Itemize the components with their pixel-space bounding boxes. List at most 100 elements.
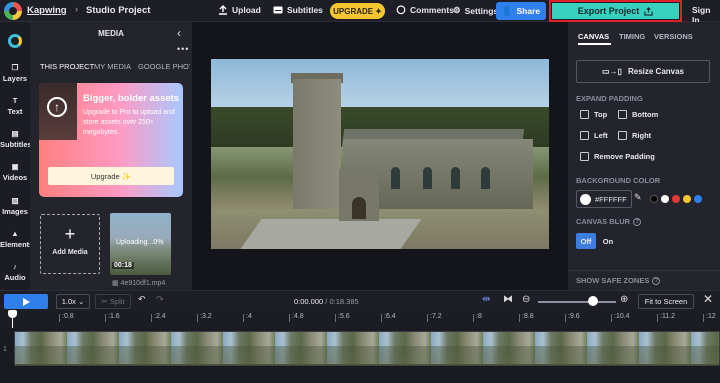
settings-button[interactable]: ⚙ Settings — [453, 5, 498, 16]
help-icon[interactable]: ? — [652, 277, 661, 286]
nav-subtitles[interactable]: ▤ Subtitles — [0, 129, 32, 149]
ruler-tick: :12 — [703, 313, 716, 322]
swatch-white[interactable] — [661, 195, 669, 203]
left-nav: ❐ Layers T Text ▤ Subtitles ▣ Videos ▨ I… — [0, 22, 34, 290]
nav-label: Elements — [0, 240, 34, 249]
undo-icon[interactable]: ↶ — [138, 294, 146, 305]
share-button[interactable]: 👤 Share — [496, 2, 546, 20]
close-timeline-icon[interactable]: ✕ — [703, 292, 713, 306]
safe-zones-label: SHOW SAFE ZONES? — [576, 276, 661, 286]
share-label: Share — [516, 6, 541, 16]
nav-images[interactable]: ▨ Images — [0, 196, 30, 216]
upgrade-label: UPGRADE — [333, 6, 374, 16]
blur-off-button[interactable]: Off — [576, 233, 596, 249]
scissors-icon: ✂ — [101, 297, 110, 306]
upload-status: Uploading...0% — [116, 239, 164, 246]
media-panel: MEDIA ‹ ••• THIS PROJECT MY MEDIA GOOGLE… — [30, 22, 192, 290]
comments-button[interactable]: Comments — [396, 5, 454, 15]
background-color-input[interactable]: #FFFFFF — [576, 190, 632, 208]
zoom-in-icon[interactable]: ⊕ — [620, 294, 628, 305]
subtitles-label: Subtitles — [287, 5, 323, 15]
padding-right-checkbox[interactable]: Right — [618, 131, 651, 140]
promo-upgrade-button[interactable]: Upgrade ✨ — [48, 167, 174, 185]
upgrade-button[interactable]: UPGRADE ✦ — [330, 3, 385, 19]
checkbox-box — [580, 131, 589, 140]
media-thumbnail[interactable]: Uploading...0% 00:18 — [110, 213, 171, 275]
split-view-icon[interactable]: ⧓ — [503, 294, 513, 305]
eyedropper-icon[interactable]: ✎ — [634, 192, 642, 203]
resize-canvas-button[interactable]: ▭→▯ Resize Canvas — [576, 60, 710, 83]
canvas-blur-label: CANVAS BLUR? — [576, 217, 642, 227]
speed-select[interactable]: 1.0x ⌄ — [56, 294, 90, 309]
tab-timing[interactable]: TIMING — [619, 32, 645, 41]
subtitles-button[interactable]: Subtitles — [273, 5, 323, 15]
canvas-settings-panel: CANVAS TIMING VERSIONS ▭→▯ Resize Canvas… — [568, 22, 720, 290]
play-button[interactable] — [4, 294, 48, 309]
swatch-black[interactable] — [650, 195, 658, 203]
collapse-panel-icon[interactable]: ‹ — [177, 26, 181, 40]
remove-padding-checkbox[interactable]: Remove Padding — [580, 152, 655, 161]
filename-text: 4e910df1.mp4 — [120, 280, 166, 287]
media-panel-title: MEDIA — [98, 29, 124, 38]
snap-icon[interactable]: ⇹ — [482, 294, 490, 305]
timeline-ruler[interactable]: :0.8:1.6:2.4:3.2:4:4.8:5.6:6.4:7.2:8:8.8… — [0, 310, 720, 328]
ruler-tick: :2.4 — [151, 313, 166, 322]
promo-title: Bigger, bolder assets — [83, 93, 180, 104]
tab-google-photos[interactable]: GOOGLE PHOTO — [138, 62, 190, 71]
blur-on-button[interactable]: On — [598, 233, 618, 249]
kapwing-logo-icon[interactable] — [4, 2, 22, 20]
nav-audio[interactable]: ♪ Audio — [0, 262, 30, 282]
export-label: Export Project — [577, 6, 640, 16]
nav-elements[interactable]: ▲ Elements — [0, 229, 34, 249]
ruler-tick: :4.8 — [289, 313, 304, 322]
tab-versions[interactable]: VERSIONS — [654, 32, 693, 41]
nav-layers[interactable]: ❐ Layers — [0, 63, 30, 83]
swatch-blue[interactable] — [694, 195, 702, 203]
kapwing-ring-icon — [8, 34, 22, 48]
video-clip[interactable] — [14, 331, 720, 366]
more-options-icon[interactable]: ••• — [177, 44, 189, 54]
footpath — [240, 219, 422, 249]
project-name[interactable]: Studio Project — [86, 5, 150, 16]
upload-button[interactable]: Upload — [218, 5, 261, 15]
checkbox-label: Top — [594, 110, 608, 119]
checkbox-label: Bottom — [632, 110, 659, 119]
total-time: / 0:18.385 — [325, 297, 359, 306]
layers-icon: ❐ — [11, 63, 19, 72]
playhead-handle[interactable] — [8, 310, 17, 318]
redo-icon[interactable]: ↷ — [156, 294, 164, 305]
zoom-slider[interactable] — [538, 301, 616, 303]
swatch-red[interactable] — [672, 195, 680, 203]
video-canvas[interactable] — [211, 59, 549, 249]
split-button[interactable]: ✂ Split — [95, 294, 131, 309]
checkbox-box — [580, 152, 589, 161]
tab-canvas[interactable]: CANVAS — [578, 32, 609, 41]
ruler-tick: :6.4 — [381, 313, 396, 322]
timecode: 0:00.000 / 0:18.385 — [294, 297, 359, 306]
subtitles-icon — [273, 6, 283, 14]
padding-left-checkbox[interactable]: Left — [580, 131, 608, 140]
zoom-out-icon[interactable]: ⊖ — [522, 294, 530, 305]
checkbox-box — [580, 110, 589, 119]
track-number: 1 — [3, 346, 7, 353]
nav-videos[interactable]: ▣ Videos — [0, 162, 30, 182]
resize-label: Resize Canvas — [627, 67, 684, 76]
color-hex-value: #FFFFFF — [595, 194, 627, 204]
export-project-button[interactable]: Export Project — [552, 3, 679, 19]
zoom-slider-handle[interactable] — [587, 296, 598, 306]
help-icon[interactable]: ? — [633, 218, 642, 227]
fit-to-screen-button[interactable]: Fit to Screen — [638, 294, 694, 309]
add-media-label: Add Media — [52, 249, 88, 256]
church-window — [481, 167, 490, 189]
nav-label: Subtitles — [0, 140, 32, 149]
padding-bottom-checkbox[interactable]: Bottom — [618, 110, 658, 119]
padding-top-checkbox[interactable]: Top — [580, 110, 607, 119]
brand-link[interactable]: Kapwing — [27, 5, 67, 16]
tab-my-media[interactable]: MY MEDIA — [94, 62, 131, 71]
nav-text[interactable]: T Text — [0, 96, 30, 116]
tab-this-project[interactable]: THIS PROJECT — [40, 62, 94, 71]
add-media-button[interactable]: + Add Media — [40, 214, 100, 274]
add-user-icon: 👤 — [501, 5, 513, 16]
church-window — [451, 167, 460, 189]
swatch-yellow[interactable] — [683, 195, 691, 203]
